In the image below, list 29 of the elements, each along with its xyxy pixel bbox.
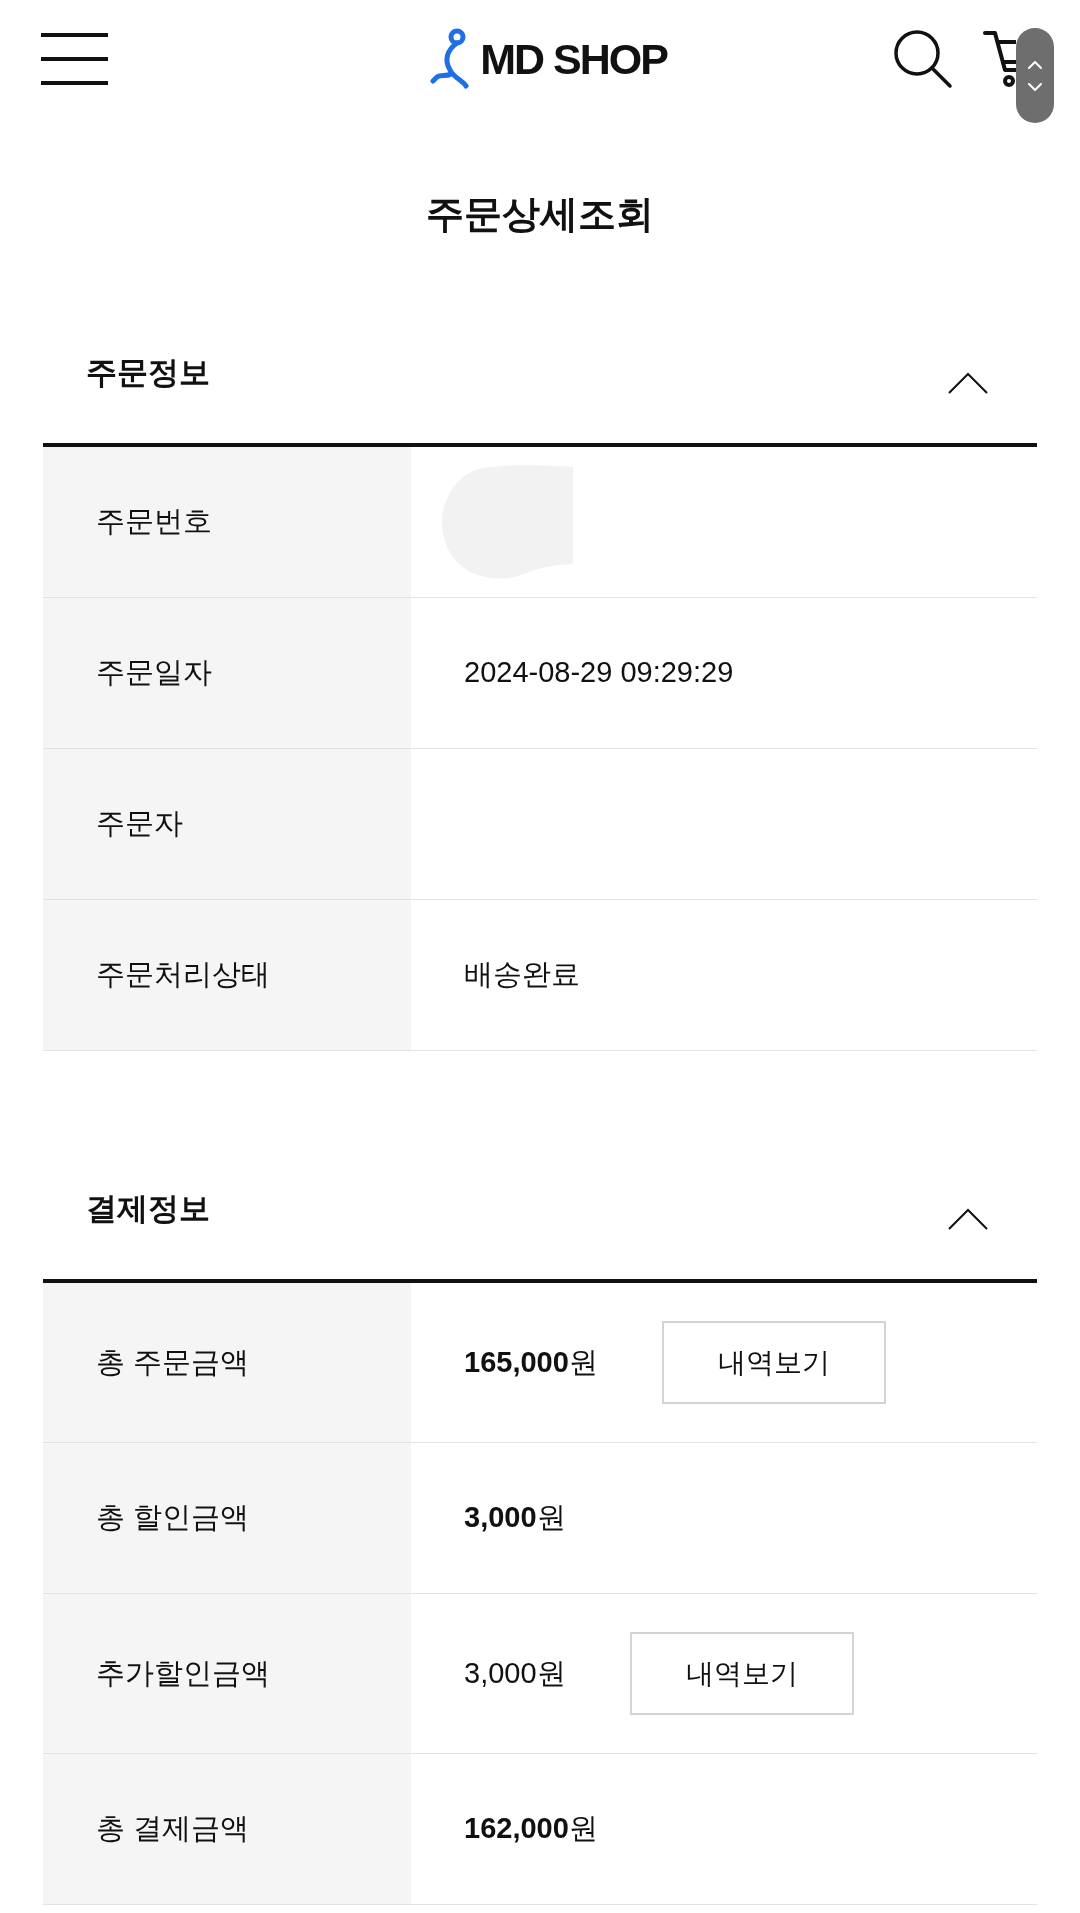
field-label: 주문번호 <box>96 504 212 540</box>
logo-text[interactable]: MD SHOP <box>480 26 667 92</box>
field-value: 165,000원 <box>464 1344 598 1380</box>
search-icon[interactable] <box>893 29 953 89</box>
field-label: 총 할인금액 <box>96 1500 250 1536</box>
chevron-up-icon[interactable] <box>948 1208 988 1230</box>
chevron-up-icon <box>1028 60 1042 69</box>
field-label: 총 결제금액 <box>96 1811 250 1847</box>
field-value: 3,000원 <box>464 1655 566 1691</box>
runner-logo-icon <box>430 28 471 90</box>
field-label: 주문일자 <box>96 655 212 691</box>
page-title: 주문상세조회 <box>426 191 654 237</box>
field-label: 총 주문금액 <box>96 1344 250 1380</box>
field-value: 배송완료 <box>464 957 580 993</box>
field-label: 주문자 <box>96 806 183 842</box>
chevron-up-icon[interactable] <box>948 372 988 394</box>
view-details-button[interactable]: 내역보기 <box>629 1632 854 1715</box>
field-label: 주문처리상태 <box>96 957 270 993</box>
field-value: 2024-08-29 09:29:29 <box>464 655 734 691</box>
field-value: 162,000원 <box>464 1811 598 1847</box>
cart-icon[interactable] <box>983 30 1016 88</box>
chevron-down-icon <box>1028 82 1042 91</box>
view-details-button[interactable]: 내역보기 <box>661 1321 886 1404</box>
field-value: 3,000원 <box>464 1500 566 1536</box>
section-title: 주문정보 <box>86 354 210 392</box>
section-title: 결제정보 <box>86 1190 210 1228</box>
scroll-handle[interactable] <box>1016 28 1054 123</box>
menu-icon[interactable] <box>41 33 108 85</box>
field-label: 추가할인금액 <box>96 1655 270 1691</box>
